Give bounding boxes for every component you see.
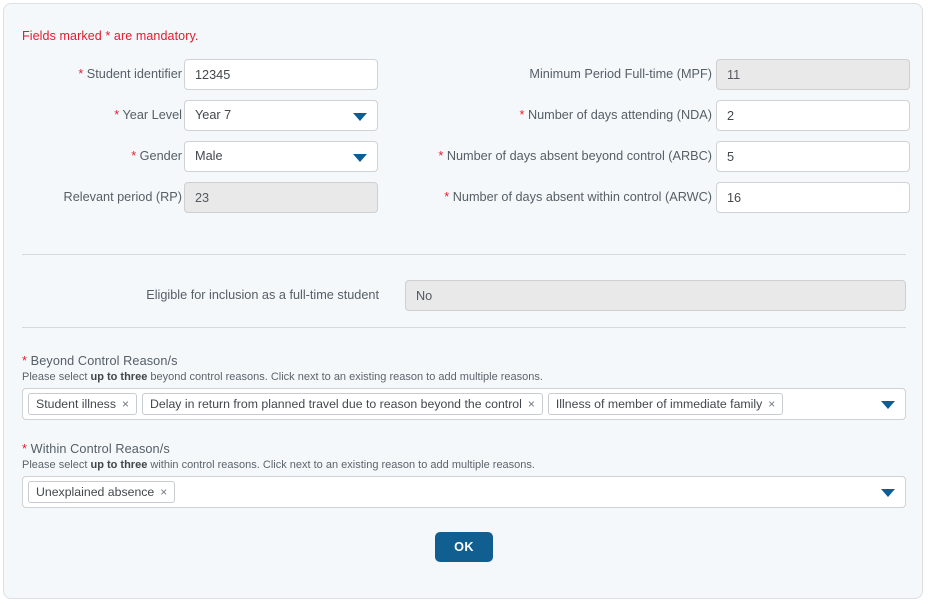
beyond-control-chip-list: Student illness × Delay in return from pl… (28, 393, 871, 415)
control-minimum-period-fulltime (716, 59, 910, 90)
within-control-chip-list: Unexplained absence × (28, 481, 871, 503)
chip[interactable]: Student illness × (28, 393, 137, 415)
label-gender: * Gender (0, 149, 182, 163)
ok-button[interactable]: OK (435, 532, 493, 562)
label-text: Number of days absent within control (AR… (452, 190, 712, 204)
label-days-attending: * Number of days attending (NDA) (292, 108, 712, 122)
section-divider-top (22, 254, 906, 255)
beyond-control-help-text: Please select up to three beyond control… (22, 371, 906, 383)
eligible-full-time-value (405, 280, 906, 311)
required-asterisk: * (131, 149, 137, 163)
required-asterisk: * (519, 108, 525, 122)
label-student-identifier: * Student identifier (0, 67, 182, 81)
beyond-control-multiselect[interactable]: Student illness × Delay in return from pl… (22, 388, 906, 420)
label-text: Number of days absent beyond control (AR… (446, 149, 712, 163)
label-text: Minimum Period Full-time (MPF) (529, 67, 712, 81)
label-text: Gender (139, 149, 182, 163)
control-eligible-full-time (405, 280, 906, 311)
field-row-days-absent-beyond-control: * Number of days absent beyond control (… (438, 141, 924, 182)
title-text: Within Control Reason/s (30, 442, 170, 456)
within-control-title: * Within Control Reason/s (22, 442, 906, 456)
required-asterisk: * (22, 442, 28, 456)
within-control-help-text: Please select up to three within control… (22, 459, 906, 471)
within-control-reasons-section: * Within Control Reason/s Please select … (22, 442, 906, 508)
required-asterisk: * (444, 190, 450, 204)
beyond-control-title: * Beyond Control Reason/s (22, 354, 906, 368)
label-days-absent-beyond-control: * Number of days absent beyond control (… (292, 149, 712, 163)
label-days-absent-within-control: * Number of days absent within control (… (292, 190, 712, 204)
chip[interactable]: Unexplained absence × (28, 481, 176, 503)
days-absent-beyond-control-input[interactable] (716, 141, 910, 172)
close-icon[interactable]: × (768, 398, 775, 410)
gender-selected-value: Male (195, 149, 223, 163)
within-control-multiselect[interactable]: Unexplained absence × (22, 476, 906, 508)
required-asterisk: * (22, 354, 28, 368)
label-year-level: * Year Level (0, 108, 182, 122)
mandatory-fields-note: Fields marked * are mandatory. (22, 29, 199, 43)
required-asterisk: * (78, 67, 84, 81)
label-minimum-period-fulltime: Minimum Period Full-time (MPF) (292, 67, 712, 81)
help-bold: up to three (90, 459, 148, 471)
close-icon[interactable]: × (122, 398, 129, 410)
label-text: Number of days attending (NDA) (527, 108, 712, 122)
label-text: Year Level (122, 108, 183, 122)
help-prefix: Please select (22, 459, 91, 471)
chip-label: Illness of member of immediate family (555, 397, 763, 411)
chevron-down-icon[interactable] (881, 489, 895, 497)
required-asterisk: * (438, 149, 444, 163)
label-eligible-full-time: Eligible for inclusion as a full-time st… (146, 288, 379, 302)
form-column-right: Minimum Period Full-time (MPF) * Number … (438, 59, 924, 223)
label-text: Relevant period (RP) (63, 190, 182, 204)
chip-label: Unexplained absence (36, 485, 155, 499)
chip[interactable]: Delay in return from planned travel due … (142, 393, 543, 415)
label-text: Student identifier (86, 67, 182, 81)
control-days-absent-beyond-control (716, 141, 910, 172)
title-text: Beyond Control Reason/s (30, 354, 178, 368)
help-bold: up to three (90, 371, 148, 383)
days-attending-input[interactable] (716, 100, 910, 131)
help-suffix: beyond control reasons. Click next to an… (147, 371, 543, 383)
help-suffix: within control reasons. Click next to an… (147, 459, 535, 471)
section-divider-bottom (22, 327, 906, 328)
control-days-absent-within-control (716, 182, 910, 213)
field-row-minimum-period-fulltime: Minimum Period Full-time (MPF) (464, 59, 924, 100)
minimum-period-fulltime-input (716, 59, 910, 90)
field-row-days-absent-within-control: * Number of days absent within control (… (444, 182, 924, 223)
control-days-attending (716, 100, 910, 131)
help-prefix: Please select (22, 371, 91, 383)
field-row-eligible-full-time: Eligible for inclusion as a full-time st… (4, 280, 924, 311)
required-asterisk: * (114, 108, 120, 122)
beyond-control-reasons-section: * Beyond Control Reason/s Please select … (22, 354, 906, 420)
student-attendance-form-panel: Fields marked * are mandatory. * Student… (3, 3, 923, 599)
chip-label: Student illness (36, 397, 116, 411)
label-relevant-period: Relevant period (RP) (0, 190, 182, 204)
close-icon[interactable]: × (160, 486, 167, 498)
chip[interactable]: Illness of member of immediate family × (547, 393, 784, 415)
close-icon[interactable]: × (528, 398, 535, 410)
chevron-down-icon[interactable] (881, 401, 895, 409)
field-row-days-attending: * Number of days attending (NDA) (464, 100, 924, 141)
days-absent-within-control-input[interactable] (716, 182, 910, 213)
chip-label: Delay in return from planned travel due … (150, 397, 522, 411)
form-footer: OK (4, 532, 924, 562)
year-level-selected-value: Year 7 (195, 108, 232, 122)
